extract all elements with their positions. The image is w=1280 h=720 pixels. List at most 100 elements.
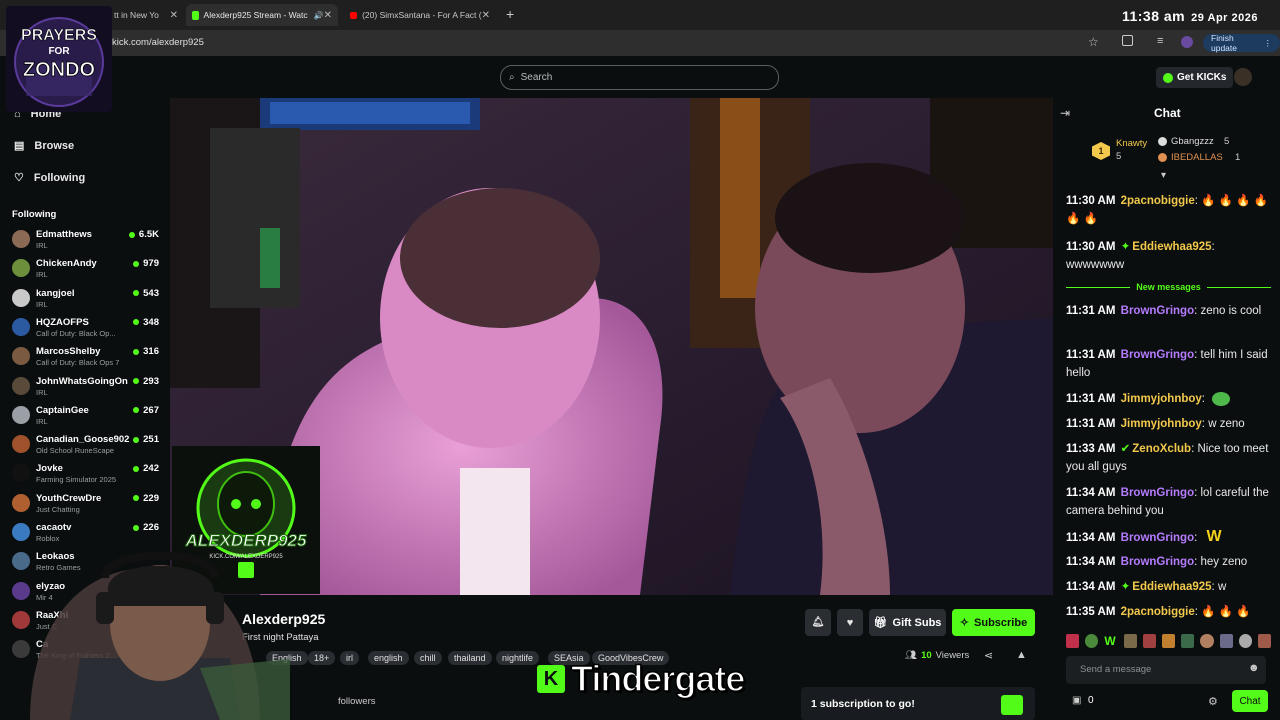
emote-icon[interactable] (1085, 634, 1099, 648)
tag-chip[interactable]: thailand (448, 651, 492, 665)
user-avatar[interactable] (1234, 68, 1252, 86)
chat-username[interactable]: Eddiewhaa925 (1132, 241, 1211, 253)
following-channel-row[interactable]: ChickenAndy IRL 979 (12, 257, 162, 285)
chat-username[interactable]: BrownGringo (1121, 487, 1194, 499)
chat-username[interactable]: ZenoXclub (1132, 443, 1191, 455)
chat-text: wwwwwww (1066, 259, 1125, 271)
live-dot-icon (133, 290, 140, 297)
following-channel-row[interactable]: MarcosShelby Call of Duty: Black Ops 7 316 (12, 345, 162, 373)
profile-avatar[interactable] (1181, 36, 1193, 48)
browser-tab[interactable]: tt in New Yo ✕ (108, 4, 184, 26)
close-tab-icon[interactable]: ✕ (482, 10, 490, 21)
collapse-chat-icon[interactable]: ⇥ (1060, 106, 1070, 120)
notification-bell-button[interactable]: 🔔︎ (805, 609, 831, 636)
media-control-icon[interactable]: ≡ (1157, 35, 1163, 47)
following-channel-row[interactable]: CaptainGee IRL 267 (12, 404, 162, 432)
following-channel-row[interactable]: Canadian_Goose902 Old School RuneScape 251 (12, 433, 162, 461)
points-icon[interactable]: ▣ (1072, 695, 1081, 706)
viewer-count-value: 979 (143, 258, 159, 270)
nav-browse[interactable]: ▤ Browse (14, 139, 74, 153)
emote-icon[interactable] (1181, 634, 1195, 648)
new-messages-divider: New messages (1066, 281, 1272, 293)
sub-goal-action-button[interactable] (1001, 695, 1023, 715)
emote-icon[interactable] (1200, 634, 1214, 648)
search-input[interactable]: ⌕ Search (500, 65, 779, 90)
browser-tab-active[interactable]: Alexderp925 Stream - Watc 🔊 ✕ (186, 4, 338, 26)
clock-time: 11:38 am (1121, 8, 1186, 24)
emote-icon[interactable] (1161, 634, 1176, 648)
follow-heart-button[interactable]: ♥ (837, 609, 863, 636)
close-tab-icon[interactable]: ✕ (324, 10, 332, 21)
get-kicks-button[interactable]: Get KICKs (1156, 67, 1234, 88)
following-channel-row[interactable]: Jovke Farming Simulator 2025 242 (12, 462, 162, 490)
speaker-icon[interactable]: 🔊 (314, 11, 324, 20)
leaderboard-name[interactable]: Knawty (1116, 138, 1147, 149)
emote-icon[interactable] (1238, 634, 1252, 648)
address-bar: kick.com/alexderp925 ☆ ≡ Finish update ⋮ (0, 30, 1280, 56)
chat-username[interactable]: BrownGringo (1121, 305, 1194, 317)
gift-subs-button[interactable]: 🎁︎ Gift Subs (869, 609, 946, 636)
tag-chip[interactable]: irl (340, 651, 359, 665)
viewers-number: 10 (921, 650, 932, 661)
url-field[interactable]: kick.com/alexderp925 (112, 37, 204, 48)
new-messages-label: New messages (1136, 282, 1201, 292)
chat-timestamp: 11:34 AM (1066, 556, 1116, 568)
settings-gear-icon[interactable]: ⚙ (1208, 695, 1218, 708)
channel-avatar (12, 376, 30, 395)
following-channel-row[interactable]: Edmatthews IRL 6.5K (12, 228, 162, 256)
close-tab-icon[interactable]: ✕ (170, 10, 178, 21)
emoji-icon[interactable]: ☻ (1248, 662, 1260, 674)
new-tab-icon[interactable]: + (506, 6, 514, 22)
following-channel-row[interactable]: kangjoel IRL 543 (12, 287, 162, 315)
chat-send-button[interactable]: Chat (1232, 690, 1268, 712)
extensions-icon[interactable] (1122, 35, 1133, 46)
channel-avatar (12, 259, 30, 278)
emote-icon[interactable] (1123, 634, 1137, 648)
chat-text: w zeno (1208, 418, 1245, 430)
share-icon[interactable]: ⋖ (984, 649, 993, 662)
tag-chip[interactable]: nightlife (496, 651, 540, 665)
leaderboard-name[interactable]: IBEDALLAS (1171, 152, 1223, 163)
chat-username[interactable]: 2pacnobiggie (1121, 195, 1195, 207)
chat-message-input[interactable]: Send a message ☻ (1066, 656, 1266, 684)
w-emote-icon: W (1206, 528, 1222, 545)
emote-icon[interactable] (1066, 634, 1080, 648)
leaderboard-name[interactable]: Gbangzzz (1171, 136, 1214, 147)
channel-category: IRL (36, 241, 48, 250)
emote-icon[interactable] (1142, 634, 1156, 648)
chat-username[interactable]: Jimmyjohnboy (1121, 393, 1202, 405)
chat-username[interactable]: BrownGringo (1121, 532, 1194, 544)
logo-graphic: PRAYERS FOR ZONDO (6, 6, 112, 112)
chat-message: 11:34 AM BrownGringo: W (1066, 528, 1222, 545)
nav-following[interactable]: ♡ Following (14, 171, 85, 185)
tag-chip[interactable]: english (368, 651, 409, 665)
viewer-count-value: 226 (143, 522, 159, 533)
following-channel-row[interactable]: HQZAOFPS Call of Duty: Black Op... 348 (12, 316, 162, 344)
chat-message: 11:30 AM ✦ Eddiewhaa925: wwwwwww (1066, 241, 1215, 271)
emote-icon[interactable] (1219, 634, 1233, 648)
following-heading: Following (12, 209, 57, 220)
bookmark-star-icon[interactable]: ☆ (1088, 35, 1099, 49)
tag-chip[interactable]: 18+ (308, 651, 336, 665)
channel-category: IRL (36, 270, 48, 280)
live-dot-icon (133, 348, 140, 355)
emote-icon[interactable] (1257, 634, 1272, 648)
finish-update-button[interactable]: Finish update ⋮ (1203, 33, 1280, 53)
following-channel-row[interactable]: cacaotv Roblox 226 (12, 521, 162, 549)
search-icon: ⌕ (509, 72, 515, 83)
report-icon[interactable]: ▲ (1016, 649, 1027, 661)
subscribe-button[interactable]: ✧ Subscribe (952, 609, 1035, 636)
following-channel-row[interactable]: YouthCrewDre Just Chatting 229 (12, 492, 162, 520)
rank-badge: 1 (1092, 142, 1110, 160)
channel-avatar (12, 405, 30, 424)
chat-username[interactable]: Jimmyjohnboy (1121, 418, 1202, 430)
chat-username[interactable]: BrownGringo (1121, 349, 1194, 361)
chat-username[interactable]: Eddiewhaa925 (1132, 581, 1211, 593)
chat-username[interactable]: BrownGringo (1121, 556, 1194, 568)
following-channel-row[interactable]: JohnWhatsGoingOn IRL 293 (12, 375, 162, 403)
expand-leaderboard-icon[interactable]: ▾ (1161, 170, 1166, 181)
chat-username[interactable]: 2pacnobiggie (1121, 606, 1195, 618)
tag-chip[interactable]: chill (414, 651, 442, 665)
browser-tab[interactable]: (20) SimxSantana - For A Fact ( ✕ (344, 4, 496, 26)
emote-w-icon[interactable]: W (1104, 634, 1117, 648)
